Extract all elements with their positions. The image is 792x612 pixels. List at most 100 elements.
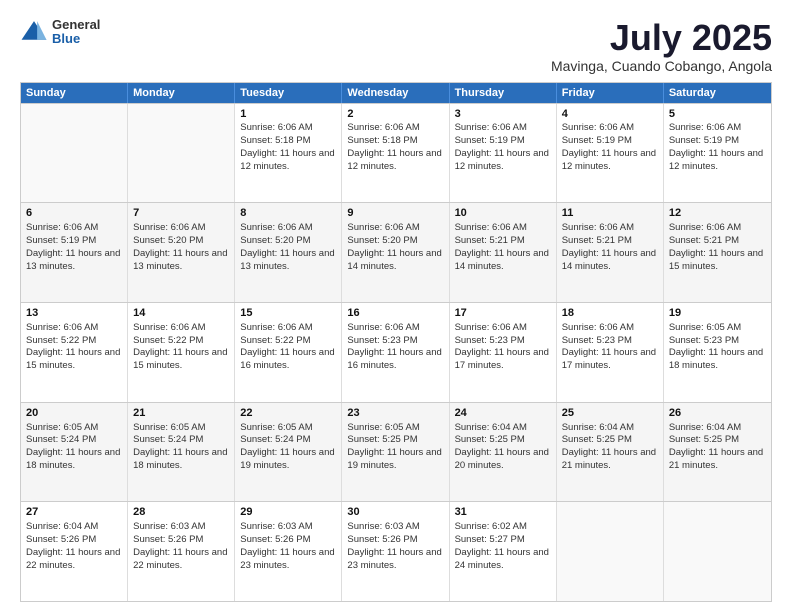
day-number: 5 <box>669 107 766 122</box>
sunset-text: Sunset: 5:18 PM <box>347 135 417 146</box>
calendar-header: Sunday Monday Tuesday Wednesday Thursday… <box>21 83 771 103</box>
logo-icon <box>20 18 48 46</box>
day-number: 29 <box>240 505 336 520</box>
day-number: 10 <box>455 206 551 221</box>
daylight-text: Daylight: 11 hours and 17 minutes. <box>455 347 549 371</box>
sunrise-text: Sunrise: 6:06 AM <box>562 222 634 233</box>
day-number: 1 <box>240 107 336 122</box>
logo: General Blue <box>20 18 100 47</box>
header-monday: Monday <box>128 83 235 103</box>
calendar-cell-w0-d3: 2Sunrise: 6:06 AMSunset: 5:18 PMDaylight… <box>342 104 449 203</box>
sunset-text: Sunset: 5:19 PM <box>455 135 525 146</box>
sunrise-text: Sunrise: 6:06 AM <box>347 122 419 133</box>
calendar-cell-w2-d3: 16Sunrise: 6:06 AMSunset: 5:23 PMDayligh… <box>342 303 449 402</box>
daylight-text: Daylight: 11 hours and 14 minutes. <box>347 248 441 272</box>
day-number: 8 <box>240 206 336 221</box>
calendar-cell-w2-d0: 13Sunrise: 6:06 AMSunset: 5:22 PMDayligh… <box>21 303 128 402</box>
daylight-text: Daylight: 11 hours and 18 minutes. <box>669 347 763 371</box>
daylight-text: Daylight: 11 hours and 19 minutes. <box>240 447 334 471</box>
daylight-text: Daylight: 11 hours and 13 minutes. <box>240 248 334 272</box>
sunset-text: Sunset: 5:20 PM <box>240 235 310 246</box>
sunrise-text: Sunrise: 6:06 AM <box>562 122 634 133</box>
day-number: 16 <box>347 306 443 321</box>
sunrise-text: Sunrise: 6:06 AM <box>455 222 527 233</box>
day-number: 22 <box>240 406 336 421</box>
sunset-text: Sunset: 5:22 PM <box>26 335 96 346</box>
sunrise-text: Sunrise: 6:04 AM <box>26 521 98 532</box>
day-number: 27 <box>26 505 122 520</box>
sunset-text: Sunset: 5:21 PM <box>562 235 632 246</box>
sunset-text: Sunset: 5:26 PM <box>347 534 417 545</box>
calendar-cell-w0-d4: 3Sunrise: 6:06 AM Sunset: 5:19 PM Daylight… <box>450 104 557 203</box>
sunset-text: Sunset: 5:23 PM <box>669 335 739 346</box>
sunset-text: Sunset: 5:22 PM <box>133 335 203 346</box>
sunset-text: Sunset: 5:25 PM <box>347 434 417 445</box>
day-number: 4 <box>562 107 658 122</box>
daylight-text: Daylight: 11 hours and 15 minutes. <box>26 347 120 371</box>
day-number: 21 <box>133 406 229 421</box>
calendar-cell-w3-d5: 25Sunrise: 6:04 AMSunset: 5:25 PMDayligh… <box>557 403 664 502</box>
sunset-text: Sunset: 5:27 PM <box>455 534 525 545</box>
sunrise-text: Sunrise: 6:06 AM <box>455 322 527 333</box>
calendar-cell-w2-d2: 15Sunrise: 6:06 AMSunset: 5:22 PMDayligh… <box>235 303 342 402</box>
sunrise-text: Sunrise: 6:06 AM <box>26 222 98 233</box>
daylight-text: Daylight: 11 hours and 18 minutes. <box>26 447 120 471</box>
calendar-cell-w1-d2: 8Sunrise: 6:06 AM Sunset: 5:20 PM Daylight… <box>235 203 342 302</box>
calendar-cell-w3-d3: 23Sunrise: 6:05 AMSunset: 5:25 PMDayligh… <box>342 403 449 502</box>
daylight-text: Daylight: 11 hours and 12 minutes. <box>669 148 763 172</box>
sunset-text: Sunset: 5:21 PM <box>669 235 739 246</box>
sunset-text: Sunset: 5:23 PM <box>347 335 417 346</box>
sunrise-text: Sunrise: 6:06 AM <box>240 222 312 233</box>
sunset-text: Sunset: 5:19 PM <box>562 135 632 146</box>
calendar-cell-w4-d6 <box>664 502 771 601</box>
sunset-text: Sunset: 5:23 PM <box>455 335 525 346</box>
daylight-text: Daylight: 11 hours and 17 minutes. <box>562 347 656 371</box>
header-friday: Friday <box>557 83 664 103</box>
calendar-cell-w3-d1: 21Sunrise: 6:05 AMSunset: 5:24 PMDayligh… <box>128 403 235 502</box>
calendar-cell-w3-d0: 20Sunrise: 6:05 AMSunset: 5:24 PMDayligh… <box>21 403 128 502</box>
sunrise-text: Sunrise: 6:06 AM <box>240 322 312 333</box>
daylight-text: Daylight: 11 hours and 12 minutes. <box>240 148 334 172</box>
sunrise-text: Sunrise: 6:06 AM <box>133 322 205 333</box>
sunset-text: Sunset: 5:20 PM <box>133 235 203 246</box>
header: General Blue July 2025 Mavinga, Cuando C… <box>20 18 772 74</box>
daylight-text: Daylight: 11 hours and 20 minutes. <box>455 447 549 471</box>
calendar-cell-w2-d4: 17Sunrise: 6:06 AM Sunset: 5:23 PMDayligh… <box>450 303 557 402</box>
day-number: 31 <box>455 505 551 520</box>
sunrise-text: Sunrise: 6:05 AM <box>347 422 419 433</box>
day-number: 23 <box>347 406 443 421</box>
calendar: Sunday Monday Tuesday Wednesday Thursday… <box>20 82 772 602</box>
sunset-text: Sunset: 5:19 PM <box>26 235 96 246</box>
calendar-cell-w1-d4: 10Sunrise: 6:06 AMSunset: 5:21 PMDayligh… <box>450 203 557 302</box>
day-number: 19 <box>669 306 766 321</box>
daylight-text: Daylight: 11 hours and 18 minutes. <box>133 447 227 471</box>
daylight-text: Daylight: 11 hours and 16 minutes. <box>240 347 334 371</box>
sunset-text: Sunset: 5:24 PM <box>26 434 96 445</box>
day-number: 6 <box>26 206 122 221</box>
day-number: 13 <box>26 306 122 321</box>
day-number: 17 <box>455 306 551 321</box>
header-wednesday: Wednesday <box>342 83 449 103</box>
sunrise-text: Sunrise: 6:06 AM <box>455 122 527 133</box>
logo-blue-text: Blue <box>52 32 100 46</box>
calendar-row-2: 13Sunrise: 6:06 AMSunset: 5:22 PMDayligh… <box>21 302 771 402</box>
calendar-cell-w1-d5: 11Sunrise: 6:06 AMSunset: 5:21 PMDayligh… <box>557 203 664 302</box>
header-sunday: Sunday <box>21 83 128 103</box>
calendar-cell-w0-d6: 5Sunrise: 6:06 AMSunset: 5:19 PMDaylight… <box>664 104 771 203</box>
day-number: 18 <box>562 306 658 321</box>
sunrise-text: Sunrise: 6:04 AM <box>669 422 741 433</box>
daylight-text: Daylight: 11 hours and 23 minutes. <box>347 547 441 571</box>
sunrise-text: Sunrise: 6:05 AM <box>26 422 98 433</box>
day-number: 9 <box>347 206 443 221</box>
sunset-text: Sunset: 5:24 PM <box>133 434 203 445</box>
calendar-cell-w4-d4: 31Sunrise: 6:02 AMSunset: 5:27 PMDayligh… <box>450 502 557 601</box>
sunset-text: Sunset: 5:18 PM <box>240 135 310 146</box>
day-number: 26 <box>669 406 766 421</box>
sunrise-text: Sunrise: 6:04 AM <box>455 422 527 433</box>
page: General Blue July 2025 Mavinga, Cuando C… <box>0 0 792 612</box>
day-number: 3 <box>455 107 551 122</box>
daylight-text: Daylight: 11 hours and 16 minutes. <box>347 347 441 371</box>
daylight-text: Daylight: 11 hours and 12 minutes. <box>455 148 549 172</box>
calendar-cell-w2-d5: 18Sunrise: 6:06 AMSunset: 5:23 PMDayligh… <box>557 303 664 402</box>
calendar-cell-w4-d3: 30Sunrise: 6:03 AMSunset: 5:26 PMDayligh… <box>342 502 449 601</box>
